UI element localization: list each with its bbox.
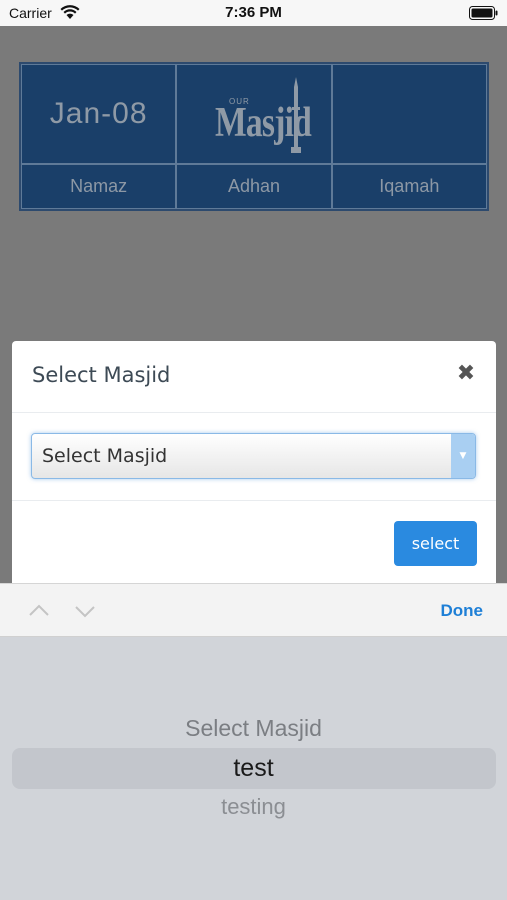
empty-cell (331, 64, 487, 164)
picker-option[interactable]: testing (0, 794, 507, 820)
chevron-down-icon[interactable]: ▼ (451, 434, 475, 478)
prayer-times-table: Jan-08 OUR Masjid Namaz Adhan Iqamah (19, 62, 489, 211)
clock: 7:36 PM (225, 4, 282, 21)
masjid-select[interactable]: Select Masjid ▼ (31, 433, 476, 479)
status-bar: Carrier 7:36 PM (0, 0, 507, 26)
masjid-select-value: Select Masjid (42, 445, 168, 467)
modal-footer: select (12, 501, 496, 591)
battery-icon (469, 6, 498, 20)
picker-option-selected[interactable]: test (0, 754, 507, 783)
picker-option[interactable]: Select Masjid (0, 715, 507, 742)
chevron-up-icon[interactable] (28, 600, 50, 622)
header-namaz: Namaz (21, 164, 177, 209)
select-button[interactable]: select (394, 521, 477, 566)
modal-title: Select Masjid (32, 363, 171, 387)
modal-header: Select Masjid ✖ (12, 341, 496, 413)
header-adhan: Adhan (176, 164, 332, 209)
close-icon[interactable]: ✖ (456, 363, 476, 385)
select-masjid-modal: Select Masjid ✖ Select Masjid ▼ select (12, 341, 496, 591)
header-iqamah: Iqamah (331, 164, 487, 209)
modal-body: Select Masjid ▼ (12, 413, 496, 501)
chevron-down-icon[interactable] (74, 600, 96, 622)
date-cell: Jan-08 (21, 64, 177, 164)
logo-cell: OUR Masjid (176, 64, 332, 164)
masjid-logo: OUR Masjid (199, 69, 312, 159)
picker-toolbar: Done (0, 583, 507, 637)
minaret-icon (290, 77, 301, 153)
done-button[interactable]: Done (441, 601, 484, 621)
masjid-picker-wheel[interactable]: Select Masjid test testing (0, 637, 507, 900)
